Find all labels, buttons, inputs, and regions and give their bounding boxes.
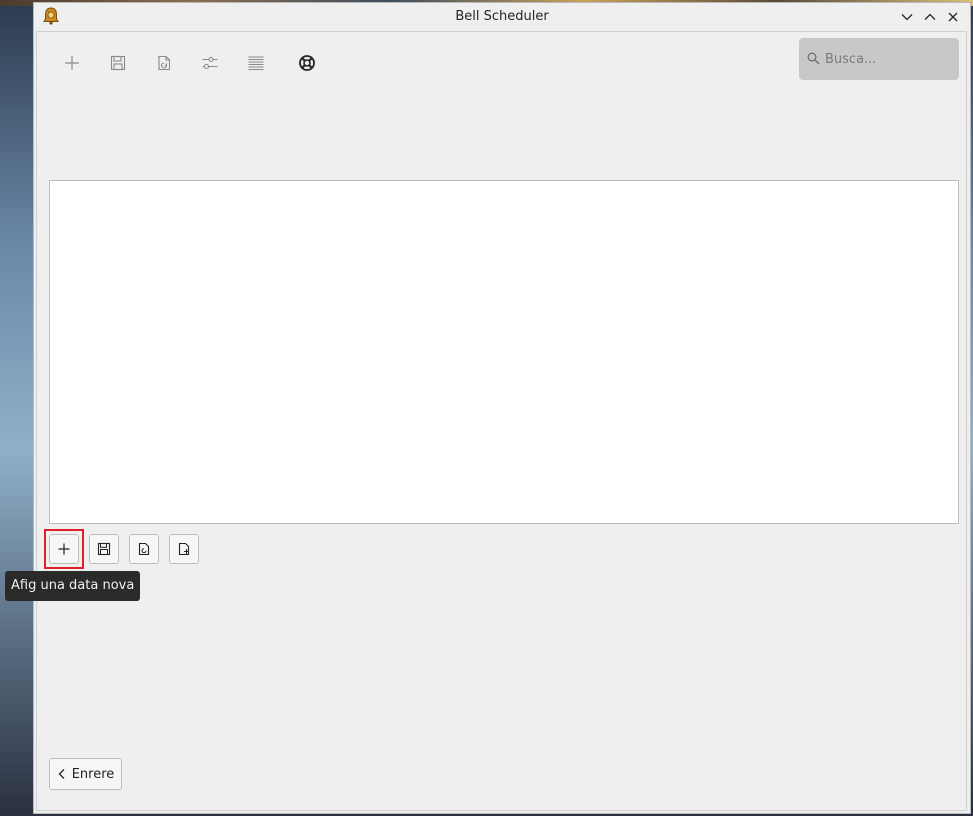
dates-list[interactable] [49,180,959,524]
search-box[interactable] [799,38,959,80]
settings-button[interactable] [196,49,224,77]
back-button-label: Enrere [71,766,115,782]
main-content: Afig una data nova Enrere [5,31,967,811]
save-icon [110,55,126,71]
close-icon [948,12,958,22]
search-input[interactable] [825,50,951,68]
back-button[interactable]: Enrere [49,758,122,790]
chevron-down-icon [901,14,913,21]
minimize-button[interactable] [898,8,916,26]
titlebar[interactable]: Bell Scheduler [34,3,970,31]
import-file-icon [138,542,150,556]
chevron-up-icon [924,13,936,20]
window-title: Bell Scheduler [455,9,549,24]
save-button[interactable] [104,49,132,77]
export-dates-button[interactable] [169,534,199,564]
close-button[interactable] [944,8,962,26]
help-button[interactable] [293,49,321,77]
help-lifebuoy-icon [299,55,315,71]
add-date-tooltip: Afig una data nova [5,571,141,601]
main-toolbar [48,41,328,83]
list-icon [248,56,264,70]
list-button[interactable] [242,49,270,77]
app-window: Bell Scheduler Busca... Afig una data no… [5,2,971,814]
add-button[interactable] [58,49,86,77]
save-dates-button[interactable] [89,534,119,564]
import-button[interactable] [150,49,178,77]
highlight-marker [44,529,84,569]
chevron-left-icon [58,769,65,779]
import-dates-button[interactable] [129,534,159,564]
export-file-icon [178,542,190,556]
settings-sliders-icon [202,56,218,70]
save-icon [97,542,111,556]
import-icon [158,55,171,71]
search-icon [807,52,820,65]
maximize-button[interactable] [921,8,939,26]
plus-icon [65,56,79,70]
